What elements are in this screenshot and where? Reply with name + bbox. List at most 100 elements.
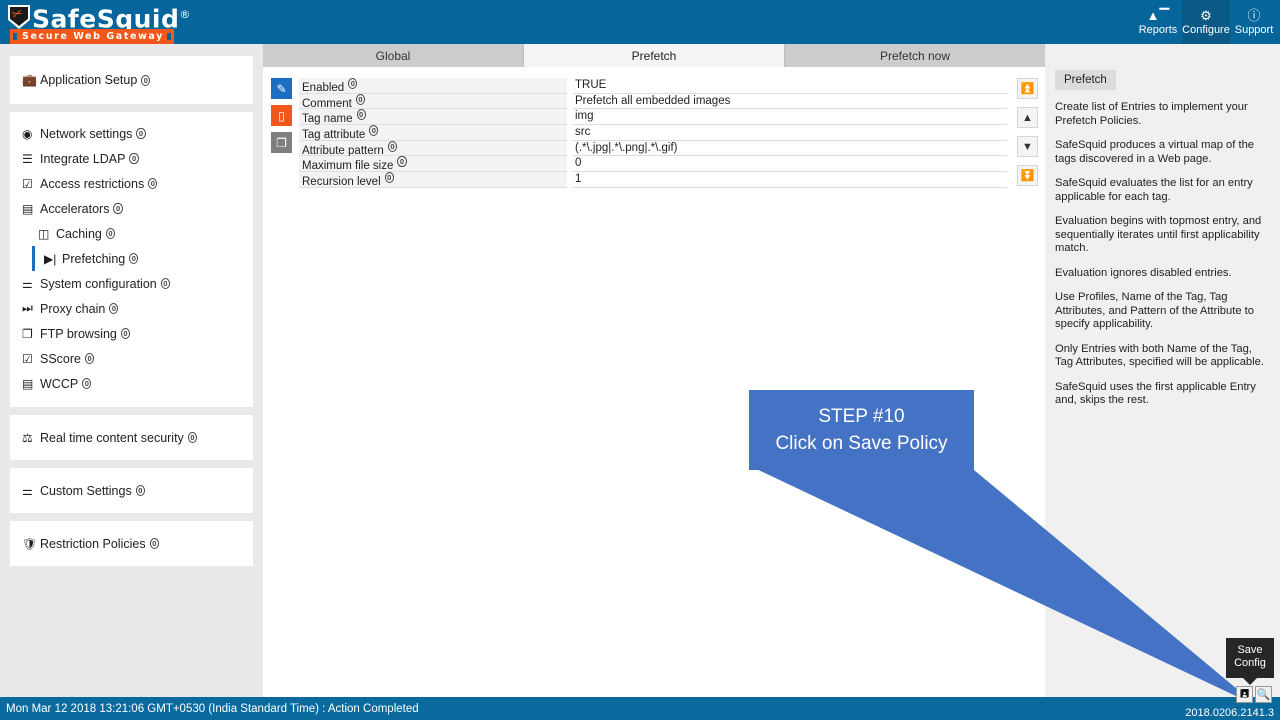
- edit-entry-button[interactable]: ✎: [271, 78, 292, 99]
- field-value-enabled[interactable]: TRUE: [573, 78, 1007, 94]
- info-icon[interactable]: 0: [387, 140, 397, 152]
- tab-bar: Global Prefetch Prefetch now: [263, 44, 1045, 67]
- info-icon[interactable]: 0: [369, 125, 379, 137]
- sidebar-item-custom-settings[interactable]: ⚌ Custom Settings 0: [10, 478, 253, 503]
- forward-icon: ▶|: [44, 251, 57, 266]
- field-label-text: Tag attribute: [302, 128, 366, 141]
- field-row-recursion-level: Recursion level 0 1: [299, 172, 1007, 188]
- sidebar-item-network-settings[interactable]: ◉ Network settings 0: [10, 121, 253, 146]
- nav-support[interactable]: ⓘ Support: [1230, 0, 1278, 44]
- help-paragraph: Only Entries with both Name of the Tag, …: [1055, 342, 1264, 369]
- move-to-top-button[interactable]: ⏫: [1017, 78, 1038, 99]
- delete-entry-button[interactable]: ▯: [271, 105, 292, 126]
- info-icon[interactable]: 0: [135, 485, 145, 496]
- info-icon[interactable]: 0: [160, 278, 170, 289]
- sidebar-item-proxy-chain[interactable]: ⏭ Proxy chain 0: [10, 296, 253, 321]
- field-value-recursion-level[interactable]: 1: [573, 172, 1007, 188]
- field-label: Attribute pattern 0: [299, 140, 567, 157]
- logo-registered: ®: [179, 8, 191, 21]
- move-up-button[interactable]: ▲: [1017, 107, 1038, 128]
- sidebar-item-label: Custom Settings: [40, 483, 132, 498]
- arrow-up-circle-icon: ⏫: [1020, 83, 1035, 95]
- sidebar-item-restriction-policies[interactable]: 🛡 Restriction Policies 0: [10, 531, 253, 556]
- app-root: SafeSquid® Secure Web Gateway ▲▔ Reports…: [0, 0, 1280, 720]
- info-icon[interactable]: 0: [187, 432, 197, 443]
- info-icon[interactable]: 0: [149, 538, 159, 549]
- info-icon[interactable]: 0: [113, 203, 123, 214]
- help-paragraph: SafeSquid evaluates the list for an entr…: [1055, 177, 1253, 203]
- sidebar-item-integrate-ldap[interactable]: ☰ Integrate LDAP 0: [10, 146, 253, 171]
- sidebar-item-real-time-content-security[interactable]: ⚖ Real time content security 0: [10, 425, 253, 450]
- copy-icon: ❐: [22, 326, 33, 341]
- sidebar-item-label: Network settings: [40, 126, 133, 141]
- info-icon[interactable]: 0: [82, 378, 92, 389]
- info-icon[interactable]: 0: [397, 156, 407, 168]
- sidebar-item-sscore[interactable]: ☑ SScore 0: [10, 346, 253, 371]
- sidebar-item-label: SScore: [40, 351, 81, 366]
- help-paragraph: SafeSquid produces a virtual map of the …: [1055, 139, 1255, 165]
- sidebar-item-label: Application Setup: [40, 73, 138, 87]
- field-value-comment[interactable]: Prefetch all embedded images: [573, 94, 1007, 110]
- info-icon[interactable]: 0: [129, 253, 139, 264]
- logo[interactable]: SafeSquid® Secure Web Gateway: [6, 2, 190, 44]
- sidebar-card-app-setup: 💼 Application Setup 0: [10, 56, 253, 104]
- bottom-action-icons: 🖪 🔍: [1236, 686, 1272, 703]
- info-icon[interactable]: 0: [141, 74, 151, 86]
- sidebar-item-access-restrictions[interactable]: ☑ Access restrictions 0: [10, 171, 253, 196]
- info-icon[interactable]: 0: [105, 228, 116, 239]
- field-label: Comment 0: [299, 93, 567, 110]
- nav-reports-label: Reports: [1138, 23, 1178, 36]
- sidebar-item-label: Access restrictions: [40, 176, 145, 191]
- copy-icon: ❐: [276, 135, 287, 150]
- sidebar-item-wccp[interactable]: ▤ WCCP 0: [10, 371, 253, 396]
- sidebar-item-prefetching[interactable]: ▶| Prefetching 0: [32, 246, 253, 271]
- field-label-text: Maximum file size: [302, 160, 394, 173]
- nav-reports[interactable]: ▲▔ Reports: [1134, 0, 1182, 44]
- help-paragraph: Create list of Entries to implement your…: [1055, 101, 1248, 127]
- info-icon[interactable]: 0: [109, 303, 119, 314]
- sidebar-card-restriction: 🛡 Restriction Policies 0: [10, 521, 253, 566]
- sidebar-item-accelerators[interactable]: ▤ Accelerators 0: [10, 196, 253, 221]
- field-value-attribute-pattern[interactable]: (.*\.jpg|.*\.png|.*\.gif): [573, 141, 1007, 157]
- sidebar-item-caching[interactable]: ◫ Caching 0: [10, 221, 253, 246]
- sidebar-item-application-setup[interactable]: 💼 Application Setup 0: [10, 56, 253, 104]
- shield-person-icon: ⚖: [22, 430, 33, 445]
- field-value-tag-attribute[interactable]: src: [573, 125, 1007, 141]
- tab-prefetch-now[interactable]: Prefetch now: [785, 44, 1045, 67]
- move-down-button[interactable]: ▼: [1017, 136, 1038, 157]
- info-icon[interactable]: 0: [129, 153, 139, 164]
- move-to-bottom-button[interactable]: ⏬: [1017, 165, 1038, 186]
- chart-icon: ▲▔: [1146, 7, 1170, 23]
- help-title: Prefetch: [1055, 70, 1116, 90]
- tab-prefetch[interactable]: Prefetch: [524, 44, 785, 67]
- sidebar-card-custom: ⚌ Custom Settings 0: [10, 468, 253, 513]
- info-icon[interactable]: 0: [85, 353, 95, 364]
- sidebar-item-system-configuration[interactable]: ⚌ System configuration 0: [10, 271, 253, 296]
- field-label: Enabled 0: [299, 78, 567, 94]
- field-value-maximum-file-size[interactable]: 0: [573, 156, 1007, 173]
- sidebar-item-label: Accelerators: [40, 201, 110, 216]
- arrow-down-circle-icon: ⏬: [1020, 170, 1035, 182]
- info-icon[interactable]: 0: [148, 178, 158, 189]
- info-icon[interactable]: 0: [384, 172, 394, 184]
- sidebar-item-label: System configuration: [40, 276, 157, 291]
- triangle-up-icon: ▲: [1022, 111, 1033, 124]
- tab-global[interactable]: Global: [263, 44, 524, 67]
- field-value-tag-name[interactable]: img: [573, 109, 1007, 126]
- info-icon[interactable]: 0: [348, 78, 358, 89]
- save-config-icon[interactable]: 🖪: [1236, 686, 1253, 703]
- info-icon[interactable]: 0: [136, 128, 146, 139]
- info-icon[interactable]: 0: [356, 109, 366, 121]
- nav-configure[interactable]: ⚙ Configure: [1182, 0, 1230, 44]
- entry-actions: ✎ ▯ ❐: [271, 78, 293, 153]
- field-row-tag-name: Tag name 0 img: [299, 109, 1007, 125]
- field-label: Tag name 0: [299, 109, 567, 125]
- copy-entry-button[interactable]: ❐: [271, 132, 292, 153]
- sliders-icon: ⚌: [22, 483, 33, 498]
- sidebar-item-ftp-browsing[interactable]: ❐ FTP browsing 0: [10, 321, 253, 346]
- field-label-text: Attribute pattern: [302, 144, 384, 157]
- logo-text: SafeSquid®: [6, 2, 190, 32]
- info-icon[interactable]: 0: [355, 93, 366, 105]
- info-icon[interactable]: 0: [120, 328, 131, 339]
- search-icon[interactable]: 🔍: [1255, 686, 1272, 703]
